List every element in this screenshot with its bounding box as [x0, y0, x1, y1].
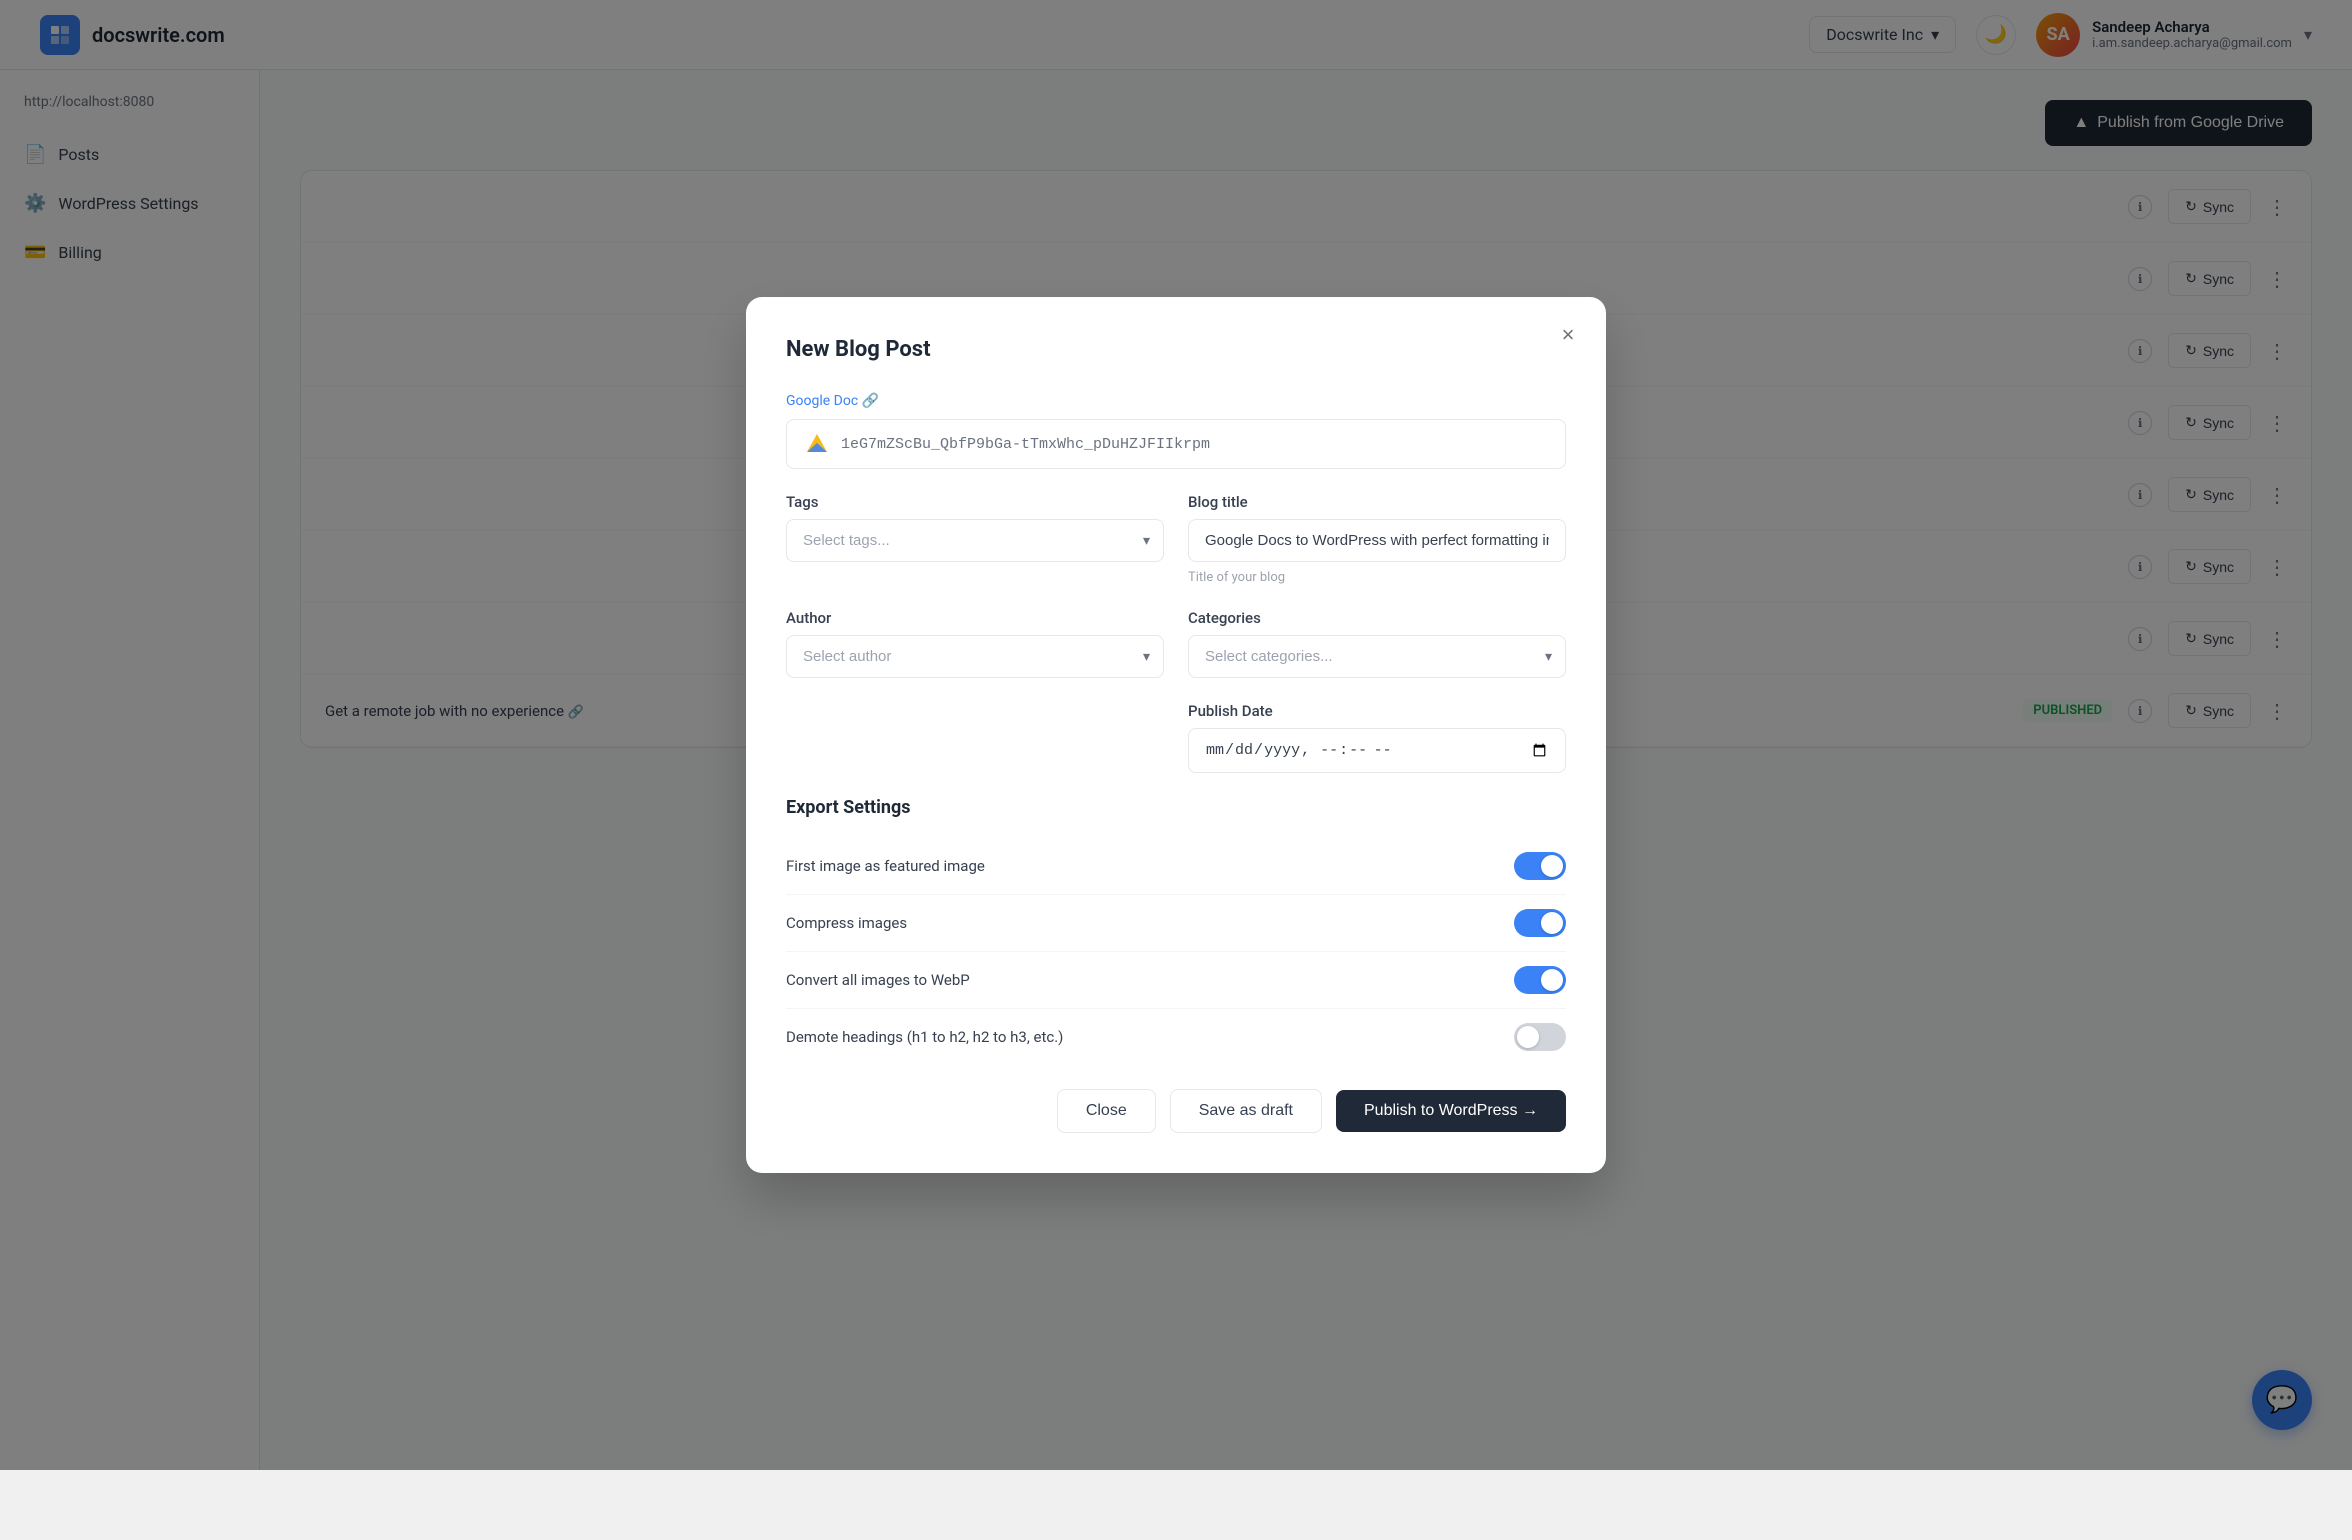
- blog-title-label: Blog title: [1188, 493, 1566, 511]
- google-drive-icon: [803, 430, 831, 458]
- top-fields: Tags Select tags... ▾ Blog title Title o…: [786, 493, 1566, 585]
- new-blog-post-modal: New Blog Post × Google Doc 🔗 1eG7mZScBu_…: [746, 297, 1606, 1173]
- publish-date-input[interactable]: [1188, 728, 1566, 773]
- tags-group: Tags Select tags... ▾: [786, 493, 1164, 585]
- publish-wordpress-button[interactable]: Publish to WordPress →: [1336, 1090, 1566, 1132]
- modal-footer: Close Save as draft Publish to WordPress…: [786, 1089, 1566, 1133]
- toggle-label-featured-image: First image as featured image: [786, 857, 985, 875]
- author-select-wrapper: Select author ▾: [786, 635, 1164, 678]
- author-label: Author: [786, 609, 1164, 627]
- tags-label: Tags: [786, 493, 1164, 511]
- toggle-compress[interactable]: [1514, 909, 1566, 937]
- export-settings-title: Export Settings: [786, 797, 1566, 818]
- mid-fields: Author Select author ▾ Categories Select…: [786, 609, 1566, 678]
- toggle-featured-image[interactable]: [1514, 852, 1566, 880]
- publish-date-label: Publish Date: [1188, 702, 1566, 720]
- modal-overlay: New Blog Post × Google Doc 🔗 1eG7mZScBu_…: [0, 0, 2352, 1470]
- export-settings-section: Export Settings First image as featured …: [786, 797, 1566, 1065]
- gdoc-input-wrapper: 1eG7mZScBu_QbfP9bGa-tTmxWhc_pDuHZJFIIkrp…: [786, 419, 1566, 469]
- tags-select[interactable]: Select tags...: [786, 519, 1164, 562]
- author-group: Author Select author ▾: [786, 609, 1164, 678]
- categories-select[interactable]: Select categories...: [1188, 635, 1566, 678]
- categories-label: Categories: [1188, 609, 1566, 627]
- toggle-label-compress: Compress images: [786, 914, 907, 932]
- toggle-demote[interactable]: [1514, 1023, 1566, 1051]
- blog-title-group: Blog title Title of your blog: [1188, 493, 1566, 585]
- categories-group: Categories Select categories... ▾: [1188, 609, 1566, 678]
- tags-select-wrapper: Select tags... ▾: [786, 519, 1164, 562]
- toggle-row-demote: Demote headings (h1 to h2, h2 to h3, etc…: [786, 1009, 1566, 1065]
- date-row: Publish Date: [786, 702, 1566, 773]
- modal-title: New Blog Post: [786, 337, 1566, 362]
- google-doc-link[interactable]: Google Doc 🔗: [786, 393, 879, 409]
- gdoc-section: Google Doc 🔗 1eG7mZScBu_QbfP9bGa-tTmxWhc…: [786, 390, 1566, 469]
- close-button[interactable]: Close: [1057, 1089, 1156, 1133]
- toggle-label-demote: Demote headings (h1 to h2, h2 to h3, etc…: [786, 1028, 1063, 1046]
- toggle-row-webp: Convert all images to WebP: [786, 952, 1566, 1009]
- toggle-row-compress: Compress images: [786, 895, 1566, 952]
- blog-title-input[interactable]: [1188, 519, 1566, 562]
- publish-btn-label: Publish to WordPress →: [1364, 1102, 1538, 1120]
- author-select[interactable]: Select author: [786, 635, 1164, 678]
- publish-date-group: Publish Date: [1188, 702, 1566, 773]
- toggle-row-featured-image: First image as featured image: [786, 838, 1566, 895]
- categories-select-wrapper: Select categories... ▾: [1188, 635, 1566, 678]
- gdoc-id: 1eG7mZScBu_QbfP9bGa-tTmxWhc_pDuHZJFIIkrp…: [841, 436, 1210, 453]
- modal-close-button[interactable]: ×: [1550, 317, 1586, 353]
- save-draft-button[interactable]: Save as draft: [1170, 1089, 1322, 1133]
- blog-title-hint: Title of your blog: [1188, 570, 1566, 585]
- toggle-webp[interactable]: [1514, 966, 1566, 994]
- toggle-label-webp: Convert all images to WebP: [786, 971, 970, 989]
